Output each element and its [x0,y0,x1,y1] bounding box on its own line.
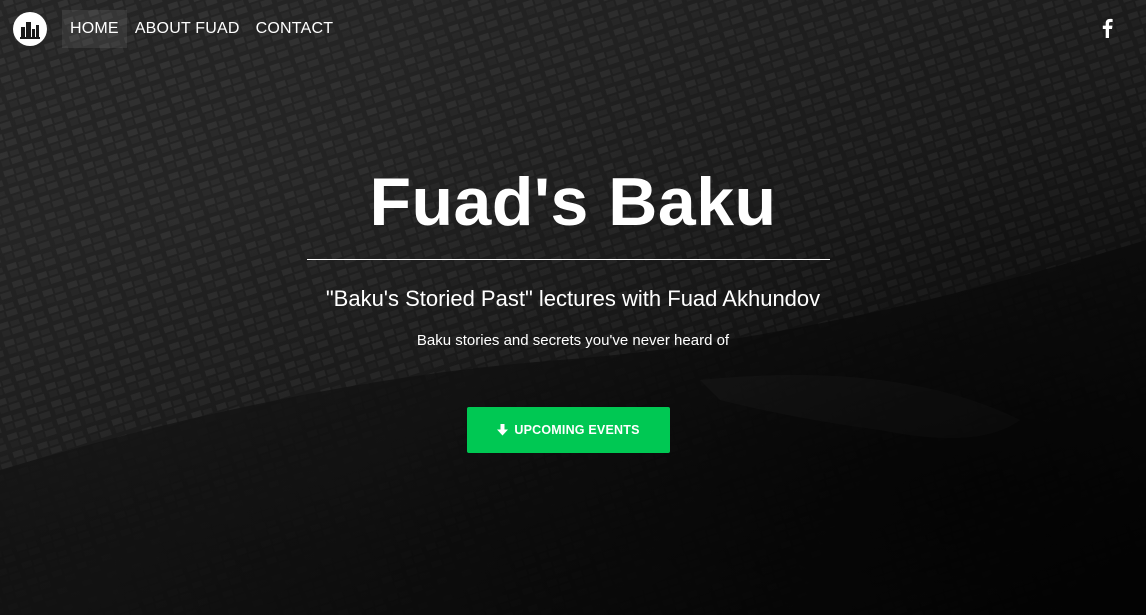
upcoming-events-label: UPCOMING EVENTS [514,423,640,437]
hero-subtitle: "Baku's Storied Past" lectures with Fuad… [325,286,821,311]
nav-item-about-fuad[interactable]: ABOUT FUAD [127,10,248,48]
site-logo[interactable] [13,12,47,46]
hero-tagline: Baku stories and secrets you've never he… [416,332,730,349]
upcoming-events-button[interactable]: UPCOMING EVENTS [467,407,670,453]
page-title: Fuad's Baku [369,164,777,240]
nav-item-home[interactable]: HOME [62,10,127,48]
hero-section: HOME ABOUT FUAD CONTACT Fuad's Baku "Bak… [0,0,1146,615]
title-divider [307,259,830,260]
top-navbar: HOME ABOUT FUAD CONTACT [0,0,1146,58]
nav-item-contact[interactable]: CONTACT [248,10,342,48]
arrow-down-icon [497,424,509,436]
nav-menu: HOME ABOUT FUAD CONTACT [62,10,341,48]
city-skyline-icon [20,22,40,39]
facebook-icon[interactable] [1100,18,1114,38]
